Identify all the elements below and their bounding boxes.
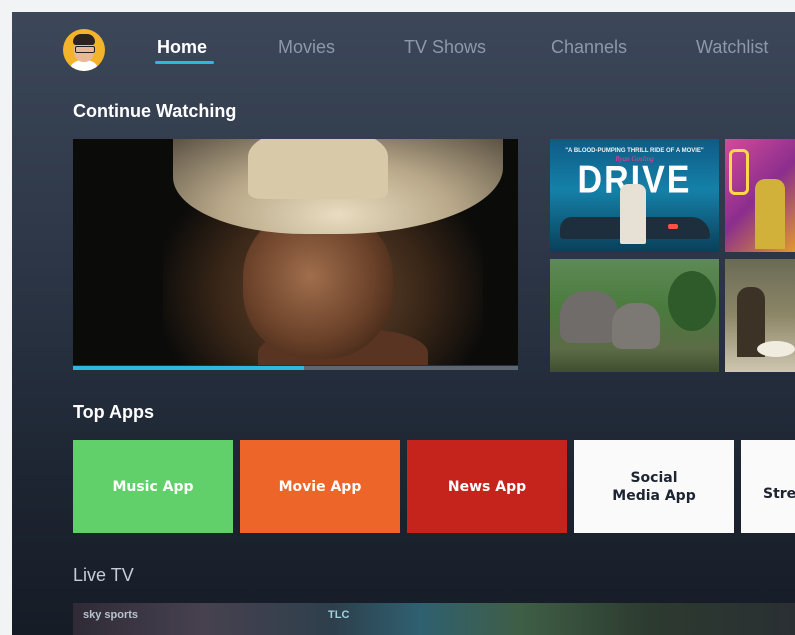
app-tile-streaming-label: Stre (763, 485, 795, 502)
avatar-glasses (75, 46, 95, 53)
live-tv-channel-strip[interactable]: sky sports TLC (73, 603, 795, 635)
playback-progress-fill (73, 366, 305, 370)
channel-tlc-label: TLC (328, 609, 350, 621)
tv-home-screen: Home Movies TV Shows Channels Watchlist … (12, 12, 795, 635)
top-apps-heading: Top Apps (73, 402, 154, 422)
nav-tab-watchlist[interactable]: Watchlist (696, 37, 768, 58)
hero-hat-crown (248, 139, 388, 199)
continue-watching-hero-video[interactable] (73, 139, 518, 365)
active-tab-indicator (155, 61, 214, 64)
drive-taillight (668, 224, 678, 229)
elephants-tree (668, 271, 716, 331)
continue-watching-heading: Continue Watching (73, 101, 237, 121)
app-tile-streaming[interactable]: Stre (741, 440, 795, 533)
stage-performer (755, 179, 785, 249)
food-plate (757, 341, 795, 357)
thumbnail-drive[interactable]: "A BLOOD-PUMPING THRILL RIDE OF A MOVIE"… (550, 139, 719, 252)
app-tile-music[interactable]: Music App (73, 440, 233, 533)
thumbnail-stage-performance[interactable] (725, 139, 795, 252)
app-tile-movie-label: Movie App (278, 478, 362, 495)
elephant-1 (560, 291, 618, 343)
channel-sky-sports-label: sky sports (83, 609, 139, 621)
app-tile-social-label: Social Media App (612, 469, 696, 504)
thumbnail-elephants[interactable] (550, 259, 719, 372)
app-tile-movie[interactable]: Movie App (240, 440, 400, 533)
avatar-hair (73, 34, 95, 45)
nav-tab-home[interactable]: Home (157, 37, 207, 58)
user-avatar[interactable] (63, 29, 105, 71)
thumbnail-food-show[interactable] (725, 259, 795, 372)
live-tv-heading: Live TV (73, 565, 134, 585)
nav-tab-movies[interactable]: Movies (278, 37, 335, 58)
app-tile-music-label: Music App (112, 478, 194, 495)
app-tile-news-label: News App (447, 478, 527, 495)
stage-neon (729, 149, 749, 195)
nav-tab-tv-shows[interactable]: TV Shows (404, 37, 486, 58)
app-tile-news[interactable]: News App (407, 440, 567, 533)
nav-tab-channels[interactable]: Channels (551, 37, 627, 58)
drive-actor (620, 184, 646, 244)
elephant-2 (612, 303, 660, 349)
app-tile-social-media[interactable]: Social Media App (574, 440, 734, 533)
drive-tagline: "A BLOOD-PUMPING THRILL RIDE OF A MOVIE" (565, 148, 704, 154)
playback-progress-bar (73, 366, 518, 370)
